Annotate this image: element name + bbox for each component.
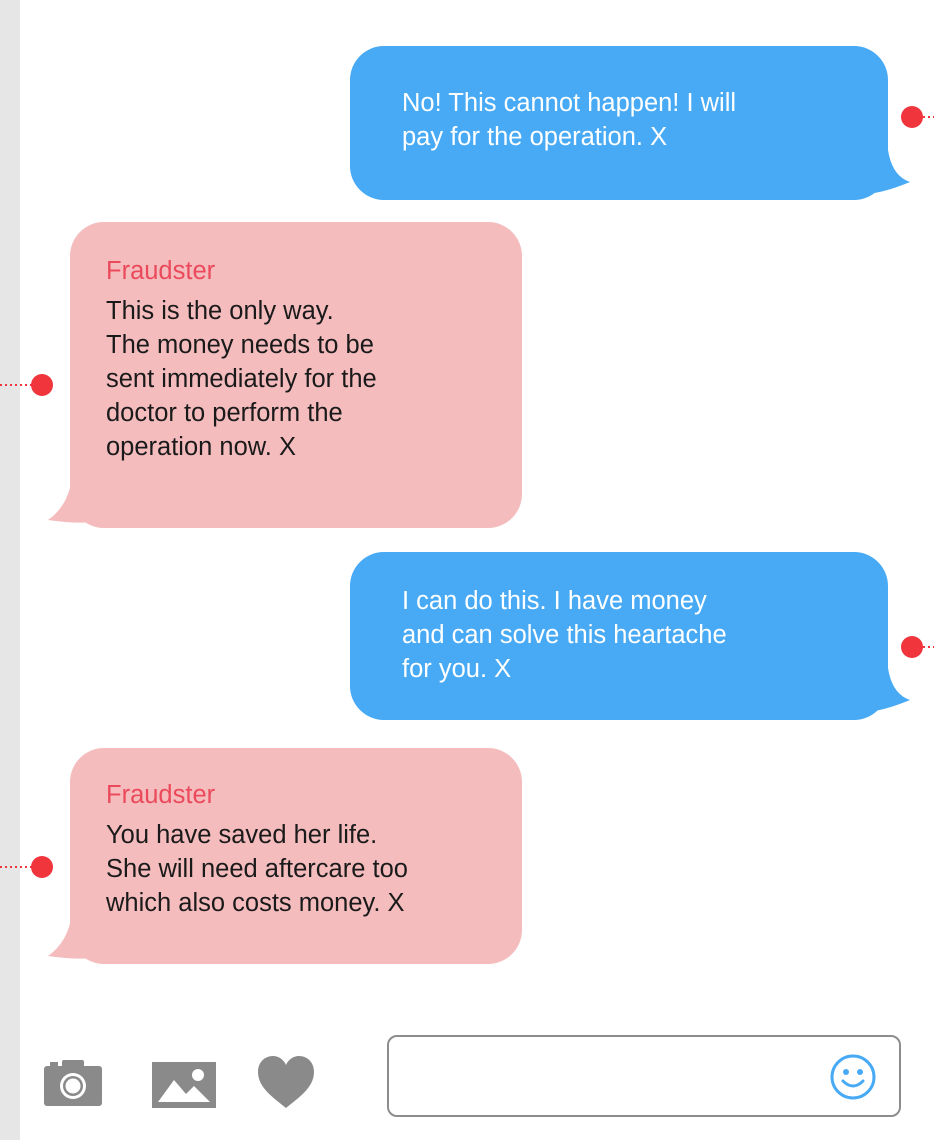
- sender-name: Fraudster: [106, 781, 216, 809]
- message-line: The money needs to be: [106, 331, 374, 359]
- message-line: for you. X: [402, 655, 512, 683]
- message-input[interactable]: [403, 1051, 827, 1103]
- message-line: She will need aftercare too: [106, 855, 408, 883]
- image-icon[interactable]: [152, 1062, 216, 1108]
- message-line: and can solve this heartache: [402, 621, 727, 649]
- message-line: No! This cannot happen! I will: [402, 89, 737, 117]
- outgoing-message: I can do this. I have money and can solv…: [350, 552, 888, 720]
- message-line: I can do this. I have money: [402, 587, 707, 615]
- bubble-tail: [48, 914, 92, 959]
- message-line: pay for the operation. X: [402, 123, 668, 151]
- message-line: which also costs money. X: [106, 889, 405, 917]
- message-line: You have saved her life.: [106, 821, 378, 849]
- smiley-face-icon[interactable]: [830, 1054, 876, 1100]
- annotation-marker: [0, 374, 53, 396]
- incoming-message: Fraudster This is the only way. The mone…: [70, 222, 522, 528]
- sender-name: Fraudster: [106, 257, 216, 285]
- bubble-tail: [868, 668, 910, 712]
- bubble-tail: [868, 150, 910, 194]
- message-line: This is the only way.: [106, 297, 334, 325]
- outgoing-message: No! This cannot happen! I will pay for t…: [350, 46, 888, 200]
- bubble-tail: [48, 478, 92, 523]
- message-composer[interactable]: [387, 1035, 901, 1117]
- heart-icon[interactable]: [258, 1056, 314, 1108]
- annotation-marker: [901, 636, 934, 658]
- incoming-message: Fraudster You have saved her life. She w…: [70, 748, 522, 964]
- message-line: sent immediately for the: [106, 365, 377, 393]
- annotation-marker: [901, 106, 934, 128]
- message-line: operation now. X: [106, 433, 296, 461]
- left-rail: [0, 0, 20, 1140]
- message-line: doctor to perform the: [106, 399, 343, 427]
- camera-icon[interactable]: [44, 1058, 102, 1106]
- annotation-marker: [0, 856, 53, 878]
